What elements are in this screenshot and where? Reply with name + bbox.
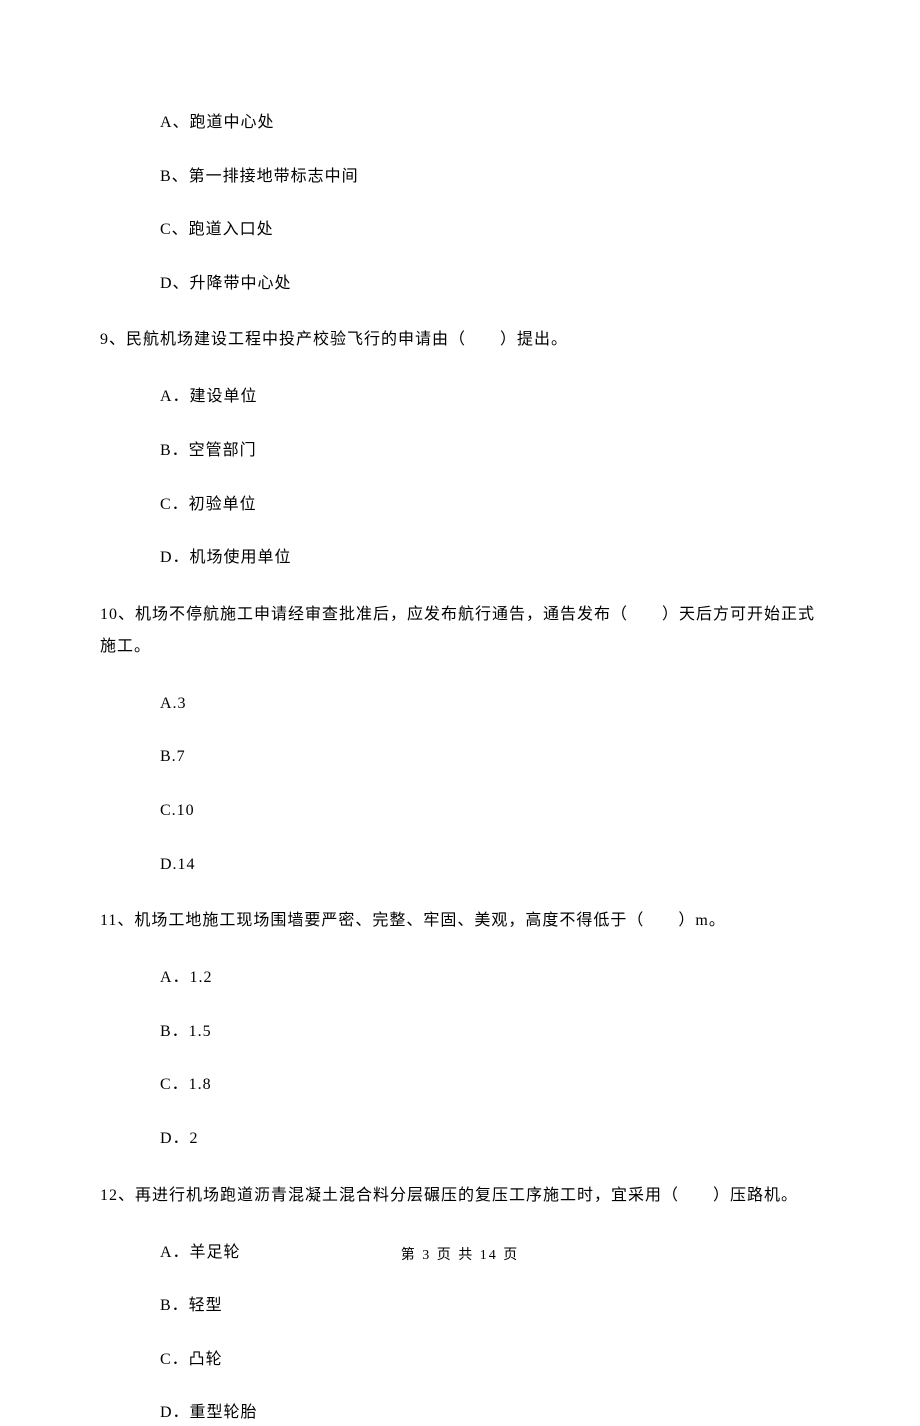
q10-text: 10、机场不停航施工申请经审查批准后，应发布航行通告，通告发布（ ）天后方可开始…: [100, 599, 820, 663]
q9-option-b: B．空管部门: [100, 438, 820, 464]
q11-option-d: D．2: [100, 1126, 820, 1152]
q9-option-d: D．机场使用单位: [100, 545, 820, 571]
page-footer: 第 3 页 共 14 页: [0, 1245, 920, 1267]
q10-option-a: A.3: [100, 691, 820, 717]
q10-option-d: D.14: [100, 852, 820, 878]
q11-option-b: B．1.5: [100, 1019, 820, 1045]
q12-option-c: C．凸轮: [100, 1347, 820, 1373]
q12-option-b: B．轻型: [100, 1293, 820, 1319]
q8-option-a: A、跑道中心处: [100, 110, 820, 136]
q9-option-c: C．初验单位: [100, 492, 820, 518]
q9-text: 9、民航机场建设工程中投产校验飞行的申请由（ ）提出。: [100, 324, 820, 356]
q10-option-b: B.7: [100, 744, 820, 770]
q11-option-a: A．1.2: [100, 965, 820, 991]
q12-option-d: D．重型轮胎: [100, 1400, 820, 1426]
q12-text: 12、再进行机场跑道沥青混凝土混合料分层碾压的复压工序施工时，宜采用（ ）压路机…: [100, 1180, 820, 1212]
q11-text: 11、机场工地施工现场围墙要严密、完整、牢固、美观，高度不得低于（ ）m。: [100, 905, 820, 937]
q8-option-b: B、第一排接地带标志中间: [100, 164, 820, 190]
q8-option-c: C、跑道入口处: [100, 217, 820, 243]
q8-option-d: D、升降带中心处: [100, 271, 820, 297]
q9-option-a: A．建设单位: [100, 384, 820, 410]
q10-option-c: C.10: [100, 798, 820, 824]
q11-option-c: C．1.8: [100, 1072, 820, 1098]
